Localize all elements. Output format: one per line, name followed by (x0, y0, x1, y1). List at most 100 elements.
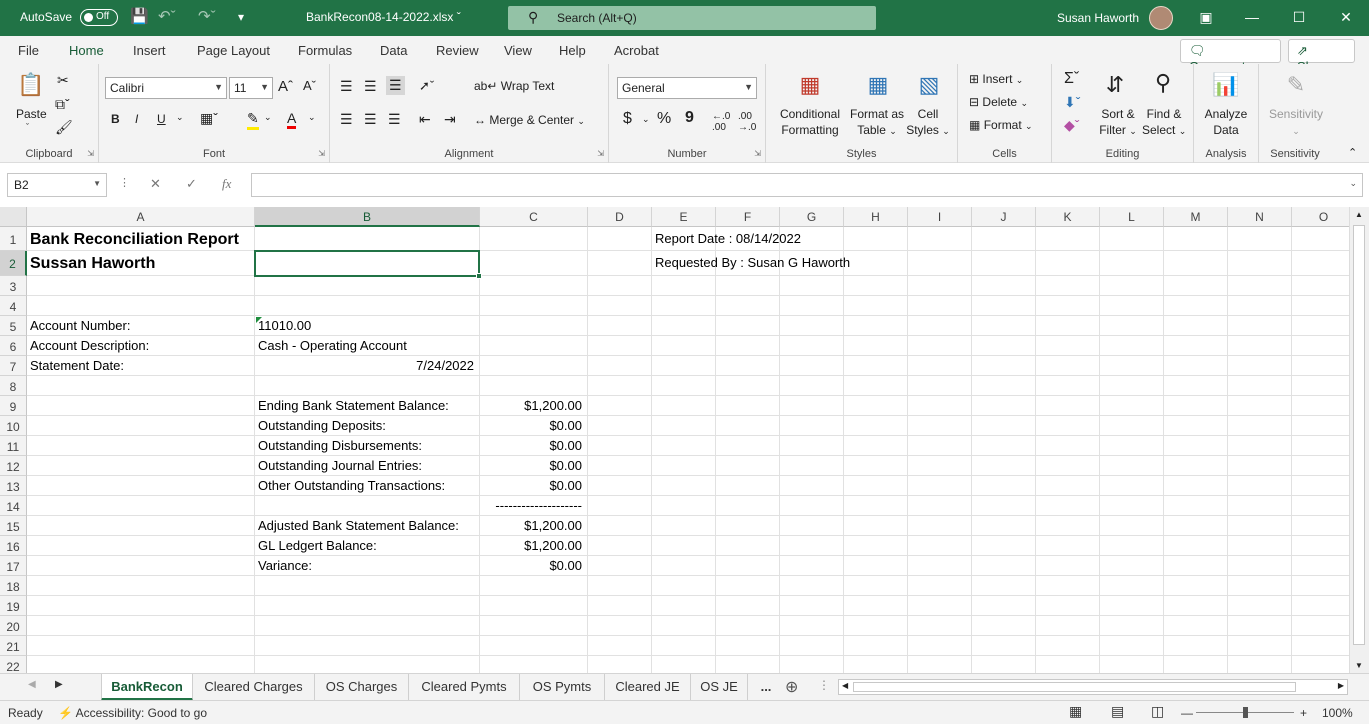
redo-icon[interactable]: ↷ˇ (198, 8, 216, 26)
sheet-tab-os-charges[interactable]: OS Charges (315, 674, 409, 701)
formula-input[interactable]: ⌄ (251, 173, 1363, 197)
tab-page-layout[interactable]: Page Layout (197, 43, 270, 58)
zoom-slider-thumb[interactable] (1243, 707, 1248, 718)
cell-b10[interactable]: Outstanding Deposits: (258, 418, 386, 433)
name-box[interactable]: B2 ▼ (7, 173, 107, 197)
row-header-21[interactable]: 21 (0, 636, 27, 656)
cut-icon[interactable]: ✂ (57, 72, 69, 89)
cell-c9[interactable]: $1,200.00 (480, 398, 582, 413)
page-layout-view-icon[interactable]: ▤ (1111, 703, 1124, 720)
clipboard-launcher-icon[interactable]: ⇲ (87, 149, 94, 158)
analyze-data-button[interactable]: Analyze Data (1200, 106, 1252, 138)
row-header-17[interactable]: 17 (0, 556, 27, 576)
font-size-combo[interactable]: 11 ▼ (229, 77, 273, 99)
row-header-9[interactable]: 9 (0, 396, 27, 416)
cell-c13[interactable]: $0.00 (480, 478, 582, 493)
page-break-view-icon[interactable]: ◫ (1151, 703, 1164, 720)
sheet-tab-os-je[interactable]: OS JE (691, 674, 748, 701)
sheet-tab-cleared-je[interactable]: Cleared JE (605, 674, 691, 701)
cell-c11[interactable]: $0.00 (480, 438, 582, 453)
number-format-combo[interactable]: General ▼ (617, 77, 757, 99)
column-header-c[interactable]: C (480, 207, 588, 227)
cell-b7[interactable]: 7/24/2022 (255, 358, 474, 373)
format-cells-button[interactable]: ▦ Format ⌄ (969, 118, 1033, 132)
row-header-14[interactable]: 14 (0, 496, 27, 516)
close-icon[interactable]: ✕ (1336, 9, 1356, 26)
align-left-icon[interactable]: ☰ (340, 111, 353, 128)
tab-help[interactable]: Help (559, 43, 586, 58)
column-header-f[interactable]: F (716, 207, 780, 227)
borders-icon[interactable]: ▦ˇ (200, 110, 218, 127)
row-header-4[interactable]: 4 (0, 296, 27, 316)
tab-view[interactable]: View (504, 43, 532, 58)
insert-function-icon[interactable]: fx (222, 176, 231, 192)
cell-styles-button[interactable]: Cell Styles ⌄ (906, 106, 950, 139)
increase-indent-icon[interactable]: ⇥ (444, 111, 456, 128)
fill-handle[interactable] (476, 273, 482, 279)
minimize-icon[interactable]: — (1242, 9, 1262, 25)
column-header-l[interactable]: L (1100, 207, 1164, 227)
spreadsheet-grid[interactable]: A B C D E F G H I J K L M N O 1 2 3 4 5 6 7 8 9 10 11 12 13 14 15 16 17… (0, 207, 1349, 673)
underline-dropdown-icon[interactable]: ⌄ (176, 112, 184, 123)
fill-icon[interactable]: ⬇ˇ (1064, 94, 1080, 111)
cell-a1[interactable]: Bank Reconciliation Report (30, 231, 239, 249)
bold-button[interactable]: B (111, 112, 120, 126)
row-header-22[interactable]: 22 (0, 656, 27, 673)
cell-b11[interactable]: Outstanding Disbursements: (258, 438, 422, 453)
cell-c15[interactable]: $1,200.00 (480, 518, 582, 533)
prev-sheet-icon[interactable]: ◀ (28, 679, 36, 690)
tab-formulas[interactable]: Formulas (298, 43, 352, 58)
align-bottom-icon[interactable]: ☰ (386, 76, 405, 95)
row-header-18[interactable]: 18 (0, 576, 27, 596)
ribbon-display-icon[interactable]: ▣ (1196, 9, 1216, 26)
zoom-level[interactable]: 100% (1322, 706, 1353, 720)
row-header-15[interactable]: 15 (0, 516, 27, 536)
normal-view-icon[interactable]: ▦ (1069, 703, 1082, 720)
wrap-text-button[interactable]: ab↵ Wrap Text (474, 79, 554, 93)
font-color-icon[interactable]: A (287, 110, 297, 129)
fill-dropdown-icon[interactable]: ⌄ (264, 112, 272, 123)
column-header-a[interactable]: A (27, 207, 255, 227)
cell-c16[interactable]: $1,200.00 (480, 538, 582, 553)
font-launcher-icon[interactable]: ⇲ (318, 149, 325, 158)
cell-e2[interactable]: Requested By : Susan G Haworth (655, 255, 850, 270)
decrease-font-icon[interactable]: Aˇ (303, 78, 316, 93)
row-header-11[interactable]: 11 (0, 436, 27, 456)
paste-dropdown-icon[interactable]: ˇ (26, 122, 29, 132)
cell-c10[interactable]: $0.00 (480, 418, 582, 433)
cell-e1[interactable]: Report Date : 08/14/2022 (655, 231, 801, 246)
align-center-icon[interactable]: ☰ (364, 111, 377, 128)
row-header-20[interactable]: 20 (0, 616, 27, 636)
decrease-decimal-icon[interactable]: .00 →.0 (738, 111, 756, 133)
cell-a2[interactable]: Sussan Haworth (30, 255, 155, 273)
tab-acrobat[interactable]: Acrobat (614, 43, 659, 58)
zoom-in-icon[interactable]: + (1300, 706, 1307, 720)
increase-font-icon[interactable]: Aˆ (278, 78, 293, 95)
avatar[interactable] (1149, 6, 1173, 30)
comments-button[interactable]: 🗨 Comments (1180, 39, 1281, 74)
user-name[interactable]: Susan Haworth (1057, 11, 1139, 25)
cell-b5[interactable]: 11010.00 (258, 318, 311, 333)
column-header-j[interactable]: J (972, 207, 1036, 227)
collapse-ribbon-icon[interactable]: ⌃ (1348, 146, 1357, 159)
cell-b13[interactable]: Other Outstanding Transactions: (258, 478, 445, 493)
save-icon[interactable]: 💾 (130, 8, 149, 26)
vertical-scroll-thumb[interactable] (1353, 225, 1365, 645)
column-header-o[interactable]: O (1292, 207, 1349, 227)
row-header-8[interactable]: 8 (0, 376, 27, 396)
column-header-b[interactable]: B (255, 207, 480, 227)
currency-dropdown-icon[interactable]: ⌄ (642, 114, 650, 125)
column-header-i[interactable]: I (908, 207, 972, 227)
cell-c12[interactable]: $0.00 (480, 458, 582, 473)
comma-style-button[interactable]: 9 (685, 109, 694, 127)
merge-center-button[interactable]: ↔ Merge & Center ⌄ (474, 113, 585, 127)
cell-a7[interactable]: Statement Date: (30, 358, 124, 373)
cell-b17[interactable]: Variance: (258, 558, 312, 573)
row-header-12[interactable]: 12 (0, 456, 27, 476)
orientation-icon[interactable]: ➚ˇ (419, 78, 434, 94)
select-all-corner[interactable] (0, 207, 27, 227)
row-header-3[interactable]: 3 (0, 276, 27, 296)
maximize-icon[interactable]: ☐ (1289, 9, 1309, 26)
find-select-button[interactable]: Find & Select ⌄ (1142, 106, 1186, 139)
tab-insert[interactable]: Insert (133, 43, 166, 58)
